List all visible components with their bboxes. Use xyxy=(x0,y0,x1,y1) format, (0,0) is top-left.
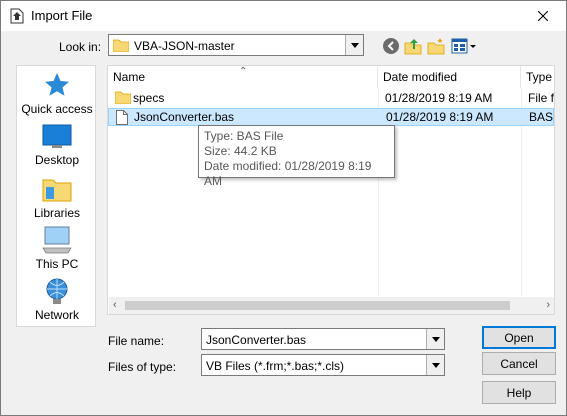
tooltip-date-modified: Date modified: 01/28/2019 8:19 AM xyxy=(204,159,372,188)
file-row-specs[interactable]: specs 01/28/2019 8:19 AM File fo xyxy=(108,89,554,107)
file-type: BAS F xyxy=(529,110,554,124)
sort-ascending-icon: ⌃ xyxy=(239,66,248,77)
import-file-icon xyxy=(10,8,24,24)
place-desktop[interactable]: Desktop xyxy=(17,124,97,167)
column-header-name[interactable]: Name ⌃ xyxy=(108,66,378,88)
window-title: Import File xyxy=(31,8,93,23)
place-label: Network xyxy=(34,308,79,322)
file-date: 01/28/2019 8:19 AM xyxy=(386,110,494,124)
places-bar: Quick access Desktop Libraries This PC N… xyxy=(16,65,96,327)
column-header-date-modified[interactable]: Date modified xyxy=(378,66,521,88)
file-name: JsonConverter.bas xyxy=(134,110,235,124)
scrollbar-thumb[interactable] xyxy=(125,301,510,310)
file-info-tooltip: Type: BAS File Size: 44.2 KB Date modifi… xyxy=(198,125,395,188)
this-pc-icon xyxy=(42,226,72,254)
place-network[interactable]: Network xyxy=(17,277,97,322)
import-file-dialog: Import File Look in: VBA-JSON-master Qui… xyxy=(0,0,567,416)
new-folder-icon xyxy=(427,42,445,55)
column-header-type[interactable]: Type xyxy=(521,66,554,88)
column-header-label: Name xyxy=(113,70,146,84)
up-folder-button[interactable] xyxy=(404,37,422,55)
file-name-value: JsonConverter.bas xyxy=(206,333,307,347)
file-list[interactable]: Name ⌃ Date modified Type specs 01/28/20… xyxy=(107,65,555,315)
chevron-down-icon xyxy=(431,362,440,368)
quick-access-star-icon xyxy=(45,73,69,96)
files-of-type-dropdown-arrow[interactable] xyxy=(426,355,444,375)
file-name-label: File name: xyxy=(108,334,165,348)
place-label: Quick access xyxy=(21,102,93,116)
look-in-label: Look in: xyxy=(59,40,102,54)
look-in-value: VBA-JSON-master xyxy=(134,39,235,53)
chevron-down-icon xyxy=(431,336,440,342)
place-label: This PC xyxy=(35,257,79,271)
file-name-input[interactable]: JsonConverter.bas xyxy=(201,328,445,350)
file-date: 01/28/2019 8:19 AM xyxy=(385,91,493,105)
look-in-dropdown[interactable]: VBA-JSON-master xyxy=(108,34,364,56)
desktop-icon xyxy=(42,124,72,148)
scroll-right-icon[interactable]: › xyxy=(546,299,550,311)
folder-icon xyxy=(115,91,131,104)
close-button[interactable] xyxy=(520,1,566,31)
new-folder-button[interactable] xyxy=(427,37,445,55)
file-row-jsonconverter[interactable]: JsonConverter.bas 01/28/2019 8:19 AM BAS… xyxy=(108,108,554,126)
help-button[interactable]: Help xyxy=(482,381,556,404)
place-quick-access[interactable]: Quick access xyxy=(17,71,97,116)
look-in-dropdown-arrow[interactable] xyxy=(345,35,363,55)
scroll-left-icon[interactable]: ‹ xyxy=(113,299,117,311)
libraries-icon xyxy=(42,179,72,202)
open-button[interactable]: Open xyxy=(482,326,556,349)
tooltip-size: Size: 44.2 KB xyxy=(204,144,277,158)
column-header-label: Date modified xyxy=(383,70,458,84)
place-label: Desktop xyxy=(34,153,80,167)
files-of-type-label: Files of type: xyxy=(108,360,177,374)
place-libraries[interactable]: Libraries xyxy=(17,175,97,220)
file-icon xyxy=(116,110,128,125)
back-button[interactable] xyxy=(382,37,400,55)
folder-icon xyxy=(113,39,129,52)
network-icon xyxy=(46,278,68,304)
view-menu-icon xyxy=(451,38,476,54)
chevron-down-icon xyxy=(350,42,359,48)
place-this-pc[interactable]: This PC xyxy=(17,226,97,271)
tooltip-type: Type: BAS File xyxy=(204,129,284,143)
horizontal-scrollbar[interactable]: ‹ › xyxy=(109,297,554,314)
view-menu-button[interactable] xyxy=(451,37,477,55)
file-name: specs xyxy=(133,91,165,105)
place-label: Libraries xyxy=(33,206,81,220)
file-type: File fo xyxy=(528,91,555,105)
back-arrow-icon xyxy=(383,38,399,54)
cancel-button[interactable]: Cancel xyxy=(482,352,556,375)
column-header-label: Type xyxy=(526,70,553,84)
close-icon xyxy=(538,11,548,21)
files-of-type-dropdown[interactable]: VB Files (*.frm;*.bas;*.cls) xyxy=(201,354,445,376)
file-name-dropdown-arrow[interactable] xyxy=(426,329,444,349)
title-bar[interactable]: Import File xyxy=(1,1,566,31)
files-of-type-value: VB Files (*.frm;*.bas;*.cls) xyxy=(206,359,345,373)
